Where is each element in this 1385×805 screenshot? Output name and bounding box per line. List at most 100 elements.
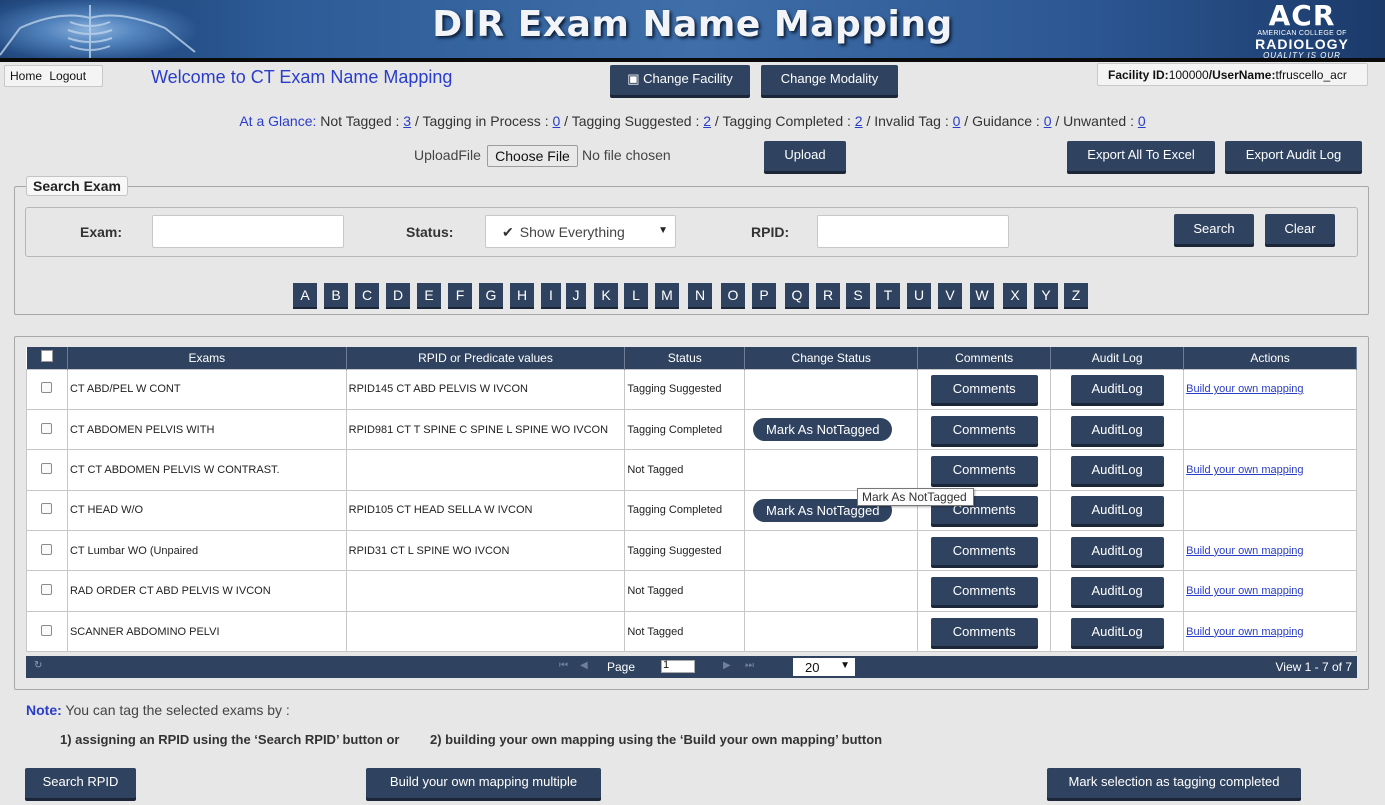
glance-in-process-link[interactable]: 0 [552, 113, 560, 129]
clear-button[interactable]: Clear [1265, 214, 1335, 244]
audit-log-button[interactable]: AuditLog [1070, 536, 1164, 565]
letter-filter-d[interactable]: D [386, 283, 410, 307]
exam-table: Exams RPID or Predicate values Status Ch… [26, 347, 1357, 653]
letter-filter-p[interactable]: P [752, 283, 776, 307]
letter-filter-g[interactable]: G [479, 283, 503, 307]
record-count: View 1 - 7 of 7 [1275, 660, 1353, 674]
glance-not-tagged-link[interactable]: 3 [403, 113, 411, 129]
col-rpid[interactable]: RPID or Predicate values [346, 347, 626, 369]
letter-filter-w[interactable]: W [970, 283, 994, 307]
row-checkbox[interactable] [41, 624, 53, 636]
letter-filter-e[interactable]: E [417, 283, 441, 307]
comments-button[interactable]: Comments [930, 536, 1038, 565]
exam-cell: CT CT ABDOMEN PELVIS W CONTRAST. [66, 449, 347, 491]
letter-filter-n[interactable]: N [688, 283, 712, 307]
tooltip: Mark As NotTagged [857, 488, 974, 506]
letter-filter-m[interactable]: M [655, 283, 679, 307]
glance-suggested-link[interactable]: 2 [703, 113, 711, 129]
letter-filter-v[interactable]: V [938, 283, 962, 307]
letter-filter-l[interactable]: L [624, 283, 648, 307]
exam-input[interactable] [152, 215, 344, 248]
select-all-header[interactable] [26, 347, 68, 369]
row-select-cell [26, 570, 68, 612]
audit-log-button[interactable]: AuditLog [1070, 415, 1164, 444]
export-all-excel-button[interactable]: Export All To Excel [1067, 141, 1215, 171]
search-button[interactable]: Search [1174, 214, 1254, 244]
build-mapping-link[interactable]: Build your own mapping [1186, 383, 1303, 395]
change-modality-button[interactable]: Change Modality [761, 65, 898, 95]
rpid-input[interactable] [817, 215, 1009, 248]
logout-link[interactable]: Logout [49, 69, 86, 83]
audit-log-button[interactable]: AuditLog [1070, 496, 1164, 525]
last-page-icon[interactable]: ⏭ [745, 660, 754, 671]
search-rpid-button[interactable]: Search RPID [25, 768, 136, 798]
audit-log-button[interactable]: AuditLog [1070, 455, 1164, 484]
audit-log-button[interactable]: AuditLog [1070, 577, 1164, 606]
row-select-cell [26, 408, 68, 451]
mark-completed-button[interactable]: Mark selection as tagging completed [1047, 768, 1301, 798]
refresh-icon[interactable]: ↻ [34, 660, 42, 671]
table-row: CT ABD/PEL W CONT RPID145 CT ABD PELVIS W… [26, 368, 1357, 410]
change-status-cell: Mark As NotTagged [744, 408, 919, 451]
export-audit-log-button[interactable]: Export Audit Log [1225, 141, 1362, 171]
choose-file-button[interactable]: Choose File [487, 145, 578, 167]
row-checkbox[interactable] [41, 462, 53, 474]
glance-completed-link[interactable]: 2 [855, 113, 863, 129]
comments-button[interactable]: Comments [930, 415, 1038, 444]
build-mapping-link[interactable]: Build your own mapping [1186, 545, 1303, 557]
select-all-checkbox[interactable] [40, 350, 53, 363]
letter-filter-s[interactable]: S [846, 283, 870, 307]
col-actions: Actions [1183, 347, 1357, 369]
check-icon: ✔ [502, 224, 514, 240]
row-checkbox[interactable] [41, 422, 53, 434]
letter-filter-q[interactable]: Q [785, 283, 809, 307]
first-page-icon[interactable]: ⏮ [559, 660, 568, 671]
letter-filter-o[interactable]: O [721, 283, 745, 307]
letter-filter-j[interactable]: J [566, 283, 586, 307]
letter-filter-k[interactable]: K [594, 283, 618, 307]
letter-filter-r[interactable]: R [816, 283, 840, 307]
row-checkbox[interactable] [41, 503, 53, 515]
letter-filter-t[interactable]: T [876, 283, 900, 307]
row-checkbox[interactable] [41, 543, 53, 555]
glance-guidance-link[interactable]: 0 [1044, 113, 1052, 129]
letter-filter-y[interactable]: Y [1034, 283, 1058, 307]
change-facility-button[interactable]: ▣ Change Facility [610, 65, 750, 95]
letter-filter-a[interactable]: A [293, 283, 317, 307]
letter-filter-i[interactable]: I [541, 283, 561, 307]
audit-log-button[interactable]: AuditLog [1070, 375, 1164, 404]
row-checkbox[interactable] [41, 382, 53, 394]
actions-cell: Build your own mapping [1183, 368, 1357, 410]
letter-filter-z[interactable]: Z [1064, 283, 1088, 307]
build-mapping-link[interactable]: Build your own mapping [1186, 626, 1303, 638]
next-page-icon[interactable]: ▶ [723, 660, 731, 671]
comments-button[interactable]: Comments [930, 617, 1038, 646]
letter-filter-x[interactable]: X [1003, 283, 1027, 307]
letter-filter-b[interactable]: B [324, 283, 348, 307]
upload-button[interactable]: Upload [764, 141, 846, 171]
page-size-select[interactable]: 20 ▼ [793, 658, 855, 676]
comments-button[interactable]: Comments [930, 455, 1038, 484]
rpid-label: RPID: [751, 224, 790, 240]
glance-invalid-link[interactable]: 0 [953, 113, 961, 129]
audit-log-button[interactable]: AuditLog [1070, 617, 1164, 646]
status-select[interactable]: ✔ Show Everything ▼ [485, 215, 676, 248]
facility-info: Facility ID:100000/UserName:tfruscello_a… [1097, 63, 1368, 86]
row-checkbox[interactable] [41, 584, 53, 596]
letter-filter-f[interactable]: F [448, 283, 472, 307]
col-exams[interactable]: Exams [67, 347, 347, 369]
build-mapping-link[interactable]: Build your own mapping [1186, 464, 1303, 476]
mark-not-tagged-button[interactable]: Mark As NotTagged [753, 418, 893, 442]
glance-unwanted-link[interactable]: 0 [1138, 113, 1146, 129]
letter-filter-h[interactable]: H [510, 283, 534, 307]
letter-filter-c[interactable]: C [355, 283, 379, 307]
home-link[interactable]: Home [10, 69, 42, 83]
comments-button[interactable]: Comments [930, 375, 1038, 404]
comments-cell: Comments [917, 610, 1052, 653]
col-status[interactable]: Status [624, 347, 746, 369]
prev-page-icon[interactable]: ◀ [580, 660, 588, 671]
build-mapping-multiple-button[interactable]: Build your own mapping multiple [366, 768, 601, 798]
comments-button[interactable]: Comments [930, 577, 1038, 606]
build-mapping-link[interactable]: Build your own mapping [1186, 585, 1303, 597]
letter-filter-u[interactable]: U [907, 283, 931, 307]
